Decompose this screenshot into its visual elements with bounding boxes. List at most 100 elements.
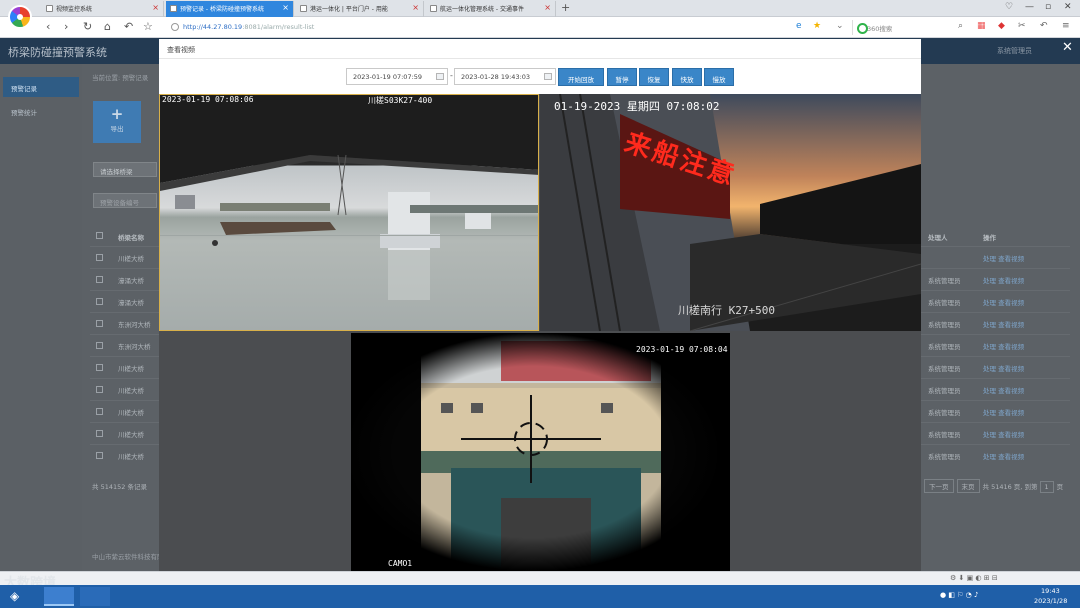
scissors-icon[interactable]: ✂ [1018,21,1026,31]
user-label[interactable]: 系统管理员 [997,46,1032,56]
row-actions-link[interactable]: 处理 查看视频 [983,451,1024,461]
favorite-star-icon[interactable]: ★ [813,21,821,31]
bridge-name: 川槎大桥 [118,431,144,439]
fast-forward-button[interactable]: 快放 [672,68,702,86]
calendar-icon[interactable] [544,73,552,80]
site-info-icon[interactable] [171,23,179,31]
search-placeholder: 360搜索 [867,25,893,33]
status-icons[interactable]: ⚙ ⬇ ▣ ◐ ⊞ ⊟ [950,574,998,582]
start-playback-button[interactable]: 开始回放 [558,68,604,86]
undo-close-icon[interactable]: ↶ [1040,21,1048,31]
forward-icon[interactable]: › [64,20,68,34]
close-tab-icon[interactable]: × [282,3,289,12]
close-tab-icon[interactable]: × [544,3,551,12]
calendar-icon[interactable] [436,73,444,80]
sidebar-item-alarm-records[interactable]: 预警记录 [3,77,79,97]
row-checkbox[interactable] [96,320,103,327]
bridge-select[interactable]: 请选择桥梁 [93,162,157,177]
video-feed-1[interactable]: 2023-01-19 07:08:06 川槎S03K27-400 [159,94,539,331]
last-page-button[interactable]: 末页 [956,479,980,493]
row-actions-link[interactable]: 处理 查看视频 [983,297,1024,307]
tab-alarm-records[interactable]: 预警记录 - 桥梁防碰撞预警系统 × [166,1,294,17]
col-handler: 处理人 [928,234,948,242]
heart-icon[interactable]: ♡ [1005,2,1013,12]
row-checkbox[interactable] [96,430,103,437]
bridge-name: 濠涌大桥 [118,299,144,307]
undo-icon[interactable]: ↶ [124,20,133,34]
ie-mode-icon[interactable]: e [796,21,802,31]
tab-shipping-system[interactable]: 航运一体化管理系统 - 交通事件 × [426,1,556,17]
row-checkbox[interactable] [96,342,103,349]
row-actions-link[interactable]: 处理 查看视频 [983,363,1024,373]
taskbar-app-browser[interactable] [44,587,74,606]
taskbar-app-2[interactable] [80,587,110,606]
row-actions-link[interactable]: 处理 查看视频 [983,429,1024,439]
end-time-input[interactable]: 2023-01-28 19:43:03 [454,68,556,85]
row-checkbox[interactable] [96,386,103,393]
bridge-river-scene [160,95,538,300]
row-checkbox[interactable] [96,452,103,459]
tab-video-monitor[interactable]: 视频监控系统 × [42,1,164,17]
video-feed-2[interactable]: 来船注意 01-19-2023 星期四 07:08:02 川槎南行 K27+50… [540,94,921,331]
url-input[interactable]: http://44.27.80.19:8081/alarm/result-lis… [167,20,777,35]
row-actions-link[interactable]: 处理 查看视频 [983,341,1024,351]
row-checkbox[interactable] [96,298,103,305]
pager-info: 共 51416 页, 到第 [982,483,1038,491]
close-window-icon[interactable]: ✕ [1064,2,1072,12]
camera-label: 川槎S03K27-400 [368,96,433,105]
page-number-input[interactable]: 1 [1039,481,1054,493]
resume-button[interactable]: 恢复 [639,68,669,86]
new-tab-button[interactable]: + [561,1,570,14]
maximize-icon[interactable]: ▫ [1045,2,1051,12]
minimize-icon[interactable]: — [1025,2,1034,12]
start-icon[interactable]: ◈ [10,589,19,603]
extension-icon[interactable]: ◆ [998,21,1005,31]
home-icon[interactable]: ⌂ [104,20,111,34]
row-checkbox[interactable] [96,408,103,415]
row-actions-link[interactable]: 处理 查看视频 [983,253,1024,263]
close-tab-icon[interactable]: × [152,3,159,12]
page-icon [170,5,177,12]
next-page-button[interactable]: 下一页 [924,479,954,493]
row-actions-link[interactable]: 处理 查看视频 [983,385,1024,395]
device-number-input[interactable]: 预警设备编号 [93,193,157,208]
close-tab-icon[interactable]: × [412,3,419,12]
dropdown-chevron-icon[interactable]: ⌄ [836,21,844,31]
row-actions-link[interactable]: 处理 查看视频 [983,407,1024,417]
row-checkbox[interactable] [96,276,103,283]
browser-status-bar: 大数跨境 ⚙ ⬇ ▣ ◐ ⊞ ⊟ [0,571,1080,591]
browser-logo-icon[interactable] [8,5,32,29]
url-host: http://44.27.80.19 [183,23,243,31]
slow-play-button[interactable]: 慢放 [704,68,734,86]
refresh-icon[interactable]: ↻ [83,20,92,34]
range-separator: - [450,71,453,80]
star-outline-icon[interactable]: ☆ [143,20,153,34]
menu-icon[interactable]: ≡ [1062,21,1070,31]
start-time-input[interactable]: 2023-01-19 07:07:59 [346,68,448,85]
handler-name: 系统管理员 [928,453,961,461]
bridge-name: 濠涌大桥 [118,277,144,285]
video-feed-3[interactable]: 2023-01-19 07:08:04 CAMO1 [351,333,730,571]
tab-title: 预警记录 - 桥梁防碰撞预警系统 [180,6,264,13]
select-all-checkbox[interactable] [96,232,103,239]
total-count: 共 514152 条记录 [92,483,147,491]
sunset-sign-scene [540,94,921,331]
sidebar-item-alarm-stats[interactable]: 预警统计 [3,101,79,121]
search-input[interactable]: 360搜索 [852,20,972,35]
tray-icons[interactable]: ● ◧ ⚐ ◔ ♪ [940,591,978,599]
row-actions-link[interactable]: 处理 查看视频 [983,319,1024,329]
close-modal-icon[interactable]: ✕ [1062,40,1073,55]
modal-title: 查看视频 [167,46,195,54]
row-actions-link[interactable]: 处理 查看视频 [983,275,1024,285]
row-checkbox[interactable] [96,364,103,371]
apps-icon[interactable]: ▦ [977,21,986,31]
pause-button[interactable]: 暂停 [607,68,637,86]
export-button[interactable]: + 导出 [93,101,141,143]
bridge-name: 川槎大桥 [118,453,144,461]
back-icon[interactable]: ‹ [46,20,50,34]
page-icon [430,5,437,12]
tab-portal[interactable]: 港运一体化 | 平台门户 - 用能 × [296,1,424,17]
bridge-name: 川槎大桥 [118,409,144,417]
row-checkbox[interactable] [96,254,103,261]
search-icon[interactable]: ⌕ [958,21,963,31]
